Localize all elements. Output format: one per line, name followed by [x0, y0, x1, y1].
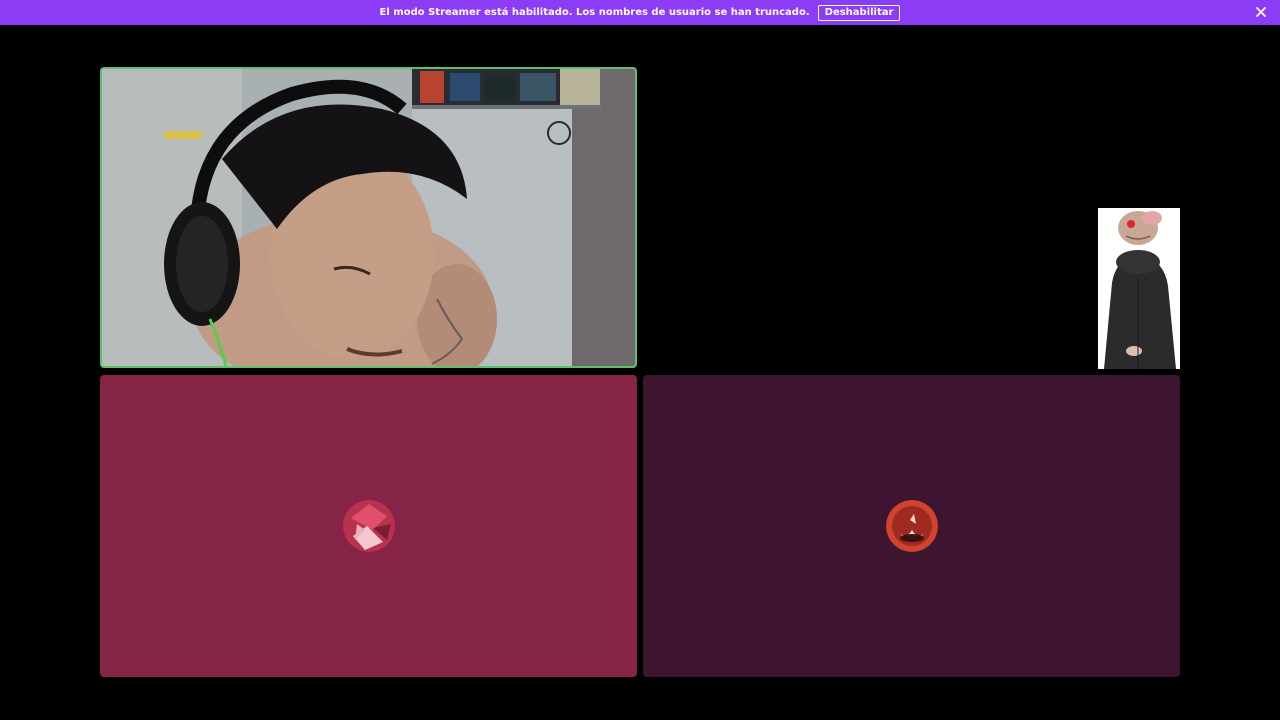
streamer-mode-message: El modo Streamer está habilitado. Los no… [379, 7, 810, 18]
participant-2-avatar [885, 500, 938, 552]
avatar-sticker [1098, 208, 1180, 369]
participant-video-tile[interactable] [100, 67, 637, 368]
webcam-video [102, 69, 635, 366]
participant-tile-1[interactable] [100, 375, 637, 677]
participant-tile-2[interactable] [643, 375, 1180, 677]
disable-streamer-mode-button[interactable]: Deshabilitar [817, 4, 901, 21]
character-illustration [1098, 208, 1180, 369]
call-stage [0, 25, 1280, 720]
streamer-mode-banner: El modo Streamer está habilitado. Los no… [0, 0, 1280, 25]
close-icon[interactable] [1254, 5, 1268, 19]
participant-1-avatar [342, 500, 395, 552]
